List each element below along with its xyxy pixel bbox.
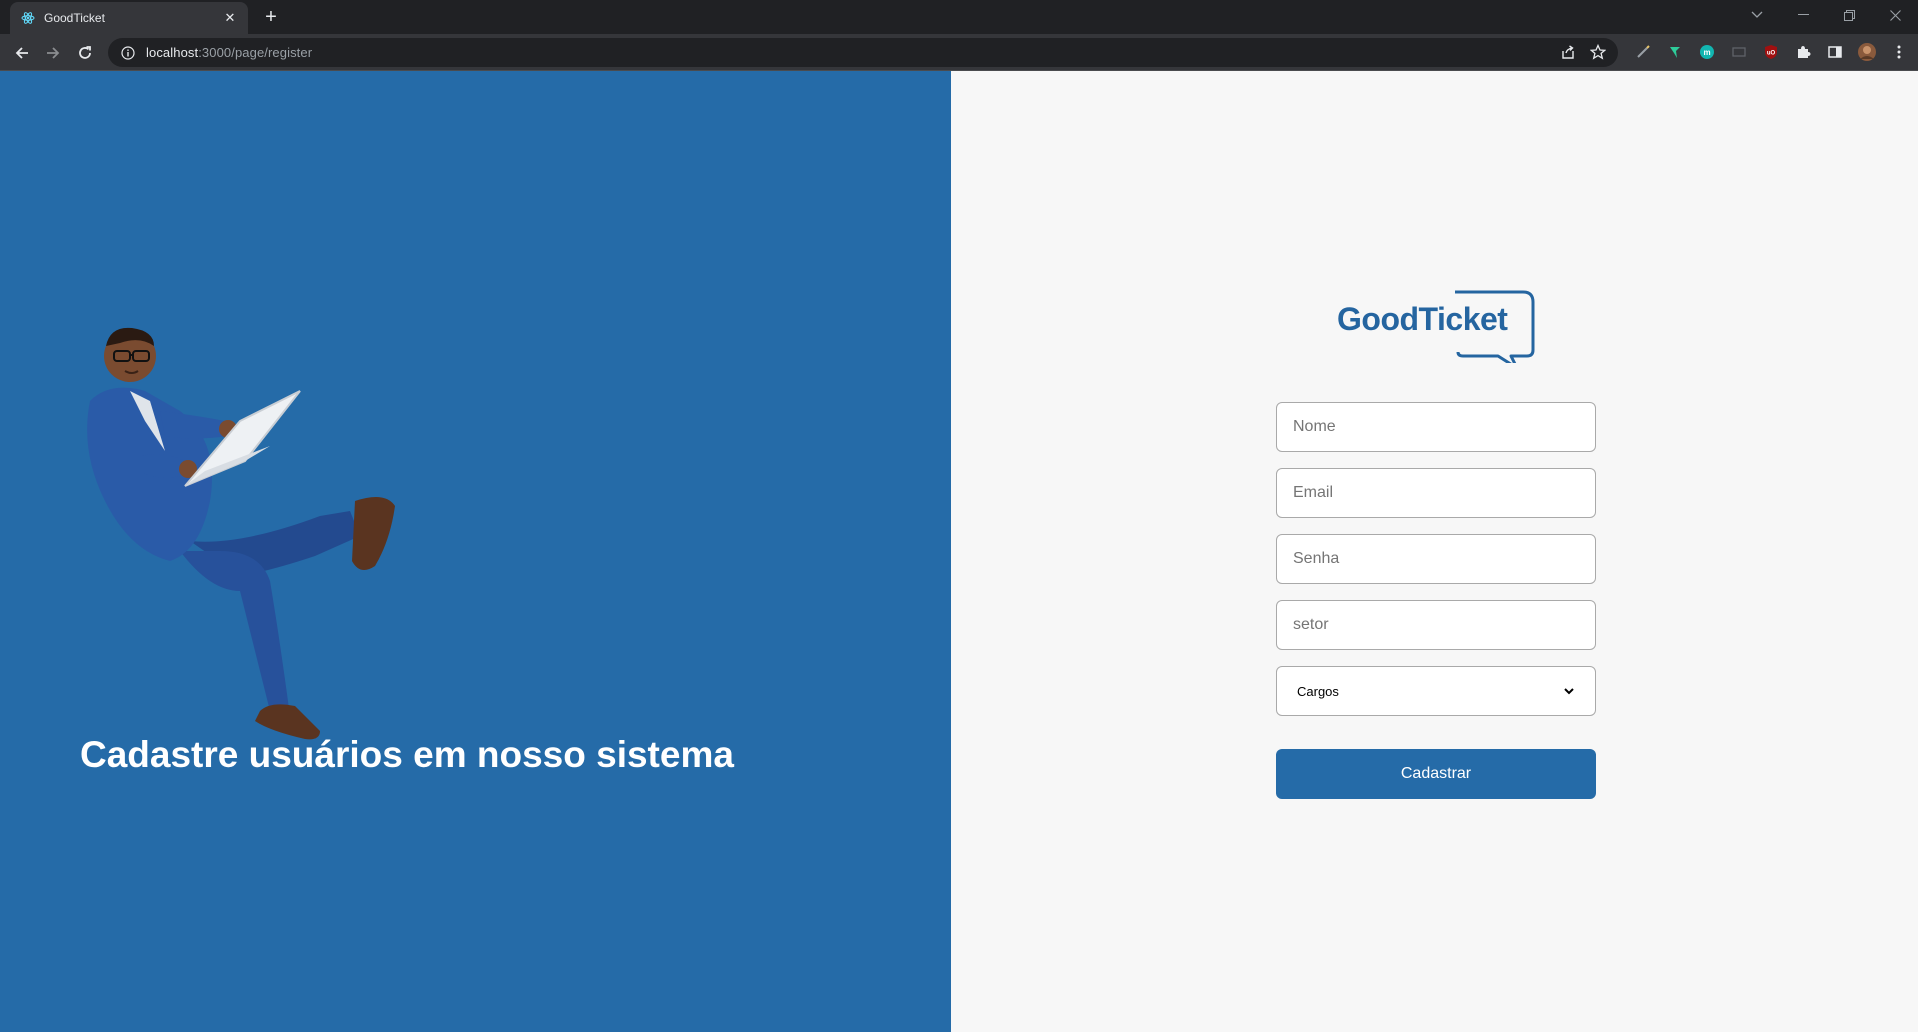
info-icon[interactable] — [120, 45, 136, 61]
react-icon — [20, 10, 36, 26]
close-window-button[interactable] — [1872, 0, 1918, 30]
left-panel: Cadastre usuários em nosso sistema — [0, 71, 951, 1032]
new-tab-button[interactable]: + — [260, 6, 282, 28]
role-select-value: Cargos — [1297, 683, 1339, 699]
puzzle-icon[interactable] — [1792, 41, 1814, 63]
screen-extension-icon[interactable] — [1728, 41, 1750, 63]
extensions-area: m uO — [1632, 41, 1910, 63]
goodticket-logo: GoodTicket — [1333, 288, 1543, 363]
right-panel: GoodTicket Cargos Cadastrar — [951, 71, 1918, 1032]
window-controls — [1734, 0, 1918, 30]
email-field[interactable] — [1276, 468, 1596, 518]
hummingbird-extension-icon[interactable] — [1664, 41, 1686, 63]
logo-text: GoodTicket — [1337, 301, 1508, 337]
back-arrow-icon[interactable] — [9, 40, 35, 66]
name-field[interactable] — [1276, 402, 1596, 452]
reload-icon[interactable] — [72, 40, 98, 66]
tab-title: GoodTicket — [44, 11, 105, 25]
password-field[interactable] — [1276, 534, 1596, 584]
svg-text:m: m — [1703, 48, 1710, 57]
register-page: Cadastre usuários em nosso sistema GoodT… — [0, 71, 1918, 1032]
address-bar[interactable]: localhost:3000/page/register — [108, 38, 1618, 67]
star-icon[interactable] — [1589, 43, 1607, 65]
register-form: Cargos Cadastrar — [1276, 402, 1596, 799]
m-extension-icon[interactable]: m — [1696, 41, 1718, 63]
sector-field[interactable] — [1276, 600, 1596, 650]
minimize-button[interactable] — [1780, 0, 1826, 30]
browser-tabbar: GoodTicket ✕ + — [0, 0, 1918, 34]
share-icon[interactable] — [1560, 44, 1576, 65]
tab-search-icon[interactable] — [1734, 0, 1780, 30]
avatar[interactable] — [1856, 41, 1878, 63]
url-text: localhost:3000/page/register — [146, 45, 313, 60]
side-panel-icon[interactable] — [1824, 41, 1846, 63]
chevron-down-icon — [1563, 685, 1575, 697]
svg-text:uO: uO — [1767, 51, 1776, 57]
register-button[interactable]: Cadastrar — [1276, 749, 1596, 799]
page-heading: Cadastre usuários em nosso sistema — [80, 734, 734, 775]
more-menu-icon[interactable] — [1888, 41, 1910, 63]
browser-tab[interactable]: GoodTicket ✕ — [10, 2, 248, 34]
ublock-extension-icon[interactable]: uO — [1760, 41, 1782, 63]
restore-button[interactable] — [1826, 0, 1872, 30]
role-select[interactable]: Cargos — [1276, 666, 1596, 716]
businessman-illustration — [87, 327, 395, 740]
close-icon[interactable]: ✕ — [222, 10, 238, 26]
forward-arrow-icon[interactable] — [40, 40, 66, 66]
browser-toolbar: localhost:3000/page/register m uO — [0, 34, 1918, 71]
pen-extension-icon[interactable] — [1632, 41, 1654, 63]
